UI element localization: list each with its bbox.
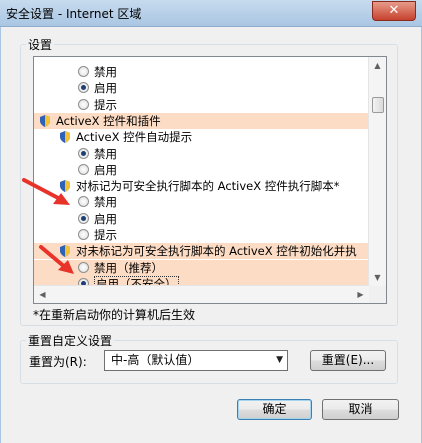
setting-option[interactable]: 禁用 xyxy=(34,64,369,80)
setting-label: 禁用（推荐） xyxy=(94,260,163,275)
security-level-select[interactable]: 中-高（默认值） ▼ xyxy=(104,350,288,371)
settings-group-label: 设置 xyxy=(26,36,55,53)
setting-category: 对标记为可安全执行脚本的 ActiveX 控件执行脚本* xyxy=(34,178,369,194)
red-arrow-annotation-2 xyxy=(39,245,74,274)
setting-label: ActiveX 控件和插件 xyxy=(56,113,161,128)
setting-label: 提示 xyxy=(94,97,117,112)
setting-option[interactable]: 启用 xyxy=(34,162,369,178)
horizontal-scrollbar[interactable]: ◀ ▶ xyxy=(34,285,369,303)
setting-label: 启用 xyxy=(94,81,117,96)
setting-label: 禁用 xyxy=(94,195,117,210)
close-button[interactable]: ✕ xyxy=(372,1,416,21)
close-icon: ✕ xyxy=(388,3,400,18)
scroll-right-icon[interactable]: ▶ xyxy=(352,286,369,303)
scroll-left-icon[interactable]: ◀ xyxy=(34,286,51,303)
setting-option[interactable]: 启用 xyxy=(34,211,369,227)
setting-option[interactable]: 启用 xyxy=(34,80,369,96)
setting-label: 对未标记为可安全执行脚本的 ActiveX 控件初始化并执 xyxy=(76,244,357,259)
scroll-down-icon[interactable]: ▼ xyxy=(369,269,386,286)
setting-label: 对标记为可安全执行脚本的 ActiveX 控件执行脚本* xyxy=(76,179,340,194)
setting-label: 启用 xyxy=(94,162,117,177)
title-bar: 安全设置 - Internet 区域 ✕ xyxy=(0,0,422,27)
reset-button[interactable]: 重置(E)... xyxy=(310,350,386,371)
settings-list[interactable]: 禁用 启用 提示 ActiveX 控件和插件 ActiveX 控件自动提示 禁用 启用 对标记… xyxy=(33,56,387,304)
setting-option[interactable]: 提示 xyxy=(34,97,369,113)
reset-to-label: 重置为(R): xyxy=(29,355,87,369)
restart-note: *在重新启动你的计算机后生效 xyxy=(33,308,196,322)
reset-group-label: 重置自定义设置 xyxy=(26,332,115,349)
setting-label: 提示 xyxy=(94,228,117,242)
vertical-scrollbar[interactable]: ▲ ▼ xyxy=(368,57,386,286)
scroll-up-icon[interactable]: ▲ xyxy=(369,57,386,74)
radio-icon[interactable] xyxy=(78,147,89,159)
window-title: 安全设置 - Internet 区域 xyxy=(6,7,142,21)
setting-option[interactable]: 提示 xyxy=(34,227,369,243)
setting-label: 启用 xyxy=(94,211,117,226)
setting-category: ActiveX 控件和插件 xyxy=(34,112,369,129)
setting-category: 对未标记为可安全执行脚本的 ActiveX 控件初始化并执 xyxy=(34,243,369,260)
radio-icon[interactable] xyxy=(78,66,89,77)
setting-category: ActiveX 控件自动提示 xyxy=(34,129,369,145)
cancel-button[interactable]: 取消 xyxy=(322,399,399,420)
radio-icon[interactable] xyxy=(78,212,89,224)
setting-label: 禁用 xyxy=(94,146,117,161)
radio-icon[interactable] xyxy=(78,229,89,240)
setting-option[interactable]: 禁用（推荐） xyxy=(34,259,369,276)
ok-button[interactable]: 确定 xyxy=(237,399,312,420)
radio-icon[interactable] xyxy=(78,261,89,273)
security-level-value: 中-高（默认值） xyxy=(111,353,200,367)
scrollbar-corner xyxy=(369,286,386,303)
shield-icon xyxy=(40,114,50,127)
radio-icon[interactable] xyxy=(78,82,89,94)
radio-icon[interactable] xyxy=(78,163,89,175)
scroll-thumb[interactable] xyxy=(372,97,384,113)
red-arrow-annotation-1 xyxy=(22,178,70,205)
radio-icon[interactable] xyxy=(78,98,89,110)
shield-icon xyxy=(60,131,70,144)
chevron-down-icon: ▼ xyxy=(276,355,283,365)
setting-label: ActiveX 控件自动提示 xyxy=(76,130,193,145)
setting-option[interactable]: 禁用 xyxy=(34,146,369,162)
setting-option[interactable]: 禁用 xyxy=(34,194,369,210)
setting-label: 禁用 xyxy=(94,65,117,79)
radio-icon[interactable] xyxy=(78,196,89,208)
settings-list-content: 禁用 启用 提示 ActiveX 控件和插件 ActiveX 控件自动提示 禁用 启用 对标记… xyxy=(34,57,369,286)
